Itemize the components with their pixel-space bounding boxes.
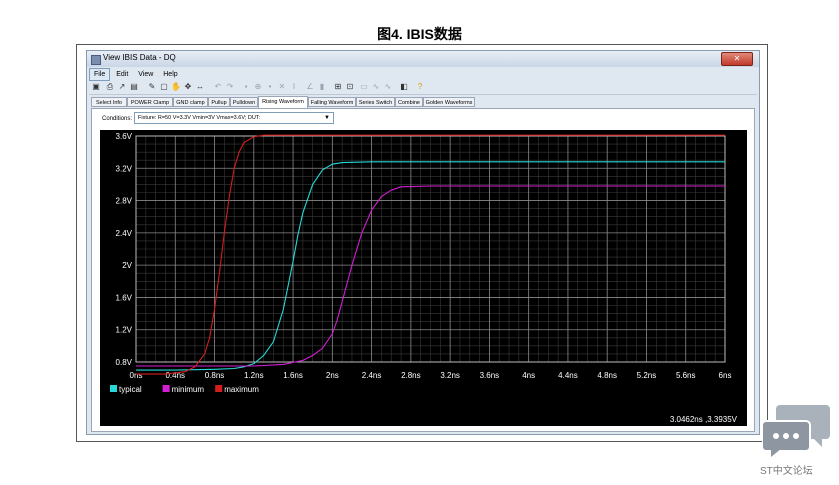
close-button[interactable]: ✕ xyxy=(721,52,753,66)
title-bar[interactable]: View IBIS Data - DQ ✕ xyxy=(87,51,759,67)
cursor-icon[interactable]: I xyxy=(289,82,299,92)
app-icon xyxy=(91,55,101,65)
legend-swatch-minimum xyxy=(162,385,170,392)
tab-series-switch[interactable]: Series Switch xyxy=(356,97,395,107)
tab-falling-waveform[interactable]: Falling Waveform xyxy=(308,97,356,107)
legend-swatch-typical xyxy=(110,385,117,392)
waveform-plot[interactable]: 0ns 0.4ns 0.8ns 1.2ns 1.6ns 2ns 2.4ns 2.8ns 3.2n… xyxy=(100,130,747,426)
x-tick-label: 2ns xyxy=(326,371,339,380)
point-icon[interactable]: • xyxy=(265,82,275,92)
tab-panel: Conditions: Fixture: R=50 V=3.3V Vmin=3V… xyxy=(91,108,755,432)
x-tick-label: 1.6ns xyxy=(283,371,303,380)
x-tick-label: 4.4ns xyxy=(558,371,578,380)
x-tick-label: 2.4ns xyxy=(362,371,382,380)
grid-icon[interactable]: ⊞ xyxy=(333,82,343,92)
menu-view[interactable]: View xyxy=(134,69,157,80)
pen-icon[interactable]: ✎ xyxy=(147,82,157,92)
undo-icon[interactable]: ↶ xyxy=(213,82,223,92)
save-icon[interactable]: ▣ xyxy=(91,82,101,92)
tab-pulldown[interactable]: Pulldown xyxy=(230,97,258,107)
forum-chat-icon xyxy=(762,405,830,459)
clipboard-icon[interactable]: ▤ xyxy=(129,82,139,92)
chevron-down-icon[interactable]: ▼ xyxy=(324,113,330,123)
menu-file[interactable]: File xyxy=(89,68,111,81)
help-icon[interactable]: ? xyxy=(415,82,425,92)
x-tick-label: 5.2ns xyxy=(637,371,657,380)
bar-icon[interactable]: ▮ xyxy=(317,82,327,92)
x-tick-label: 0ns xyxy=(130,371,143,380)
tab-combine[interactable]: Combine xyxy=(395,97,423,107)
legend-label-typical: typical xyxy=(119,385,142,394)
arrow-icon[interactable]: ↗ xyxy=(117,82,127,92)
fit-icon[interactable]: ↔ xyxy=(195,82,205,92)
tab-rising-waveform[interactable]: Rising Waveform xyxy=(258,96,308,108)
tab-pullup[interactable]: Pullup xyxy=(208,97,230,107)
print-icon[interactable]: ⎙ xyxy=(105,82,115,92)
conditions-value: Fixture: R=50 V=3.3V Vmin=3V Vmax=3.6V; … xyxy=(138,115,261,121)
x-tick-label: 6ns xyxy=(719,371,732,380)
x-tick-label: 4ns xyxy=(522,371,535,380)
marker-icon[interactable]: ▪ xyxy=(241,82,251,92)
y-tick-label: 2.8V xyxy=(116,197,133,206)
legend-label-minimum: minimum xyxy=(172,385,205,394)
conditions-label: Conditions: xyxy=(102,116,133,122)
toolbar: ▣ ⎙ ↗ ▤ ✎ ▢ ✋ ✥ ↔ ↶ ↷ ▪ ⊕ • ✕ I ∠ ▮ ⊞ ⊡ … xyxy=(89,81,757,95)
legend-swatch-maximum xyxy=(215,385,223,392)
menu-edit[interactable]: Edit xyxy=(112,69,132,80)
x-tick-label: 1.2ns xyxy=(244,371,264,380)
cross-icon[interactable]: ✕ xyxy=(277,82,287,92)
angle-icon[interactable]: ∠ xyxy=(305,82,315,92)
menu-bar: File Edit View Help xyxy=(89,68,757,81)
target-icon[interactable]: ⊕ xyxy=(253,82,263,92)
move-icon[interactable]: ✥ xyxy=(183,82,193,92)
redo-icon[interactable]: ↷ xyxy=(225,82,235,92)
conditions-select[interactable]: Fixture: R=50 V=3.3V Vmin=3V Vmax=3.6V; … xyxy=(134,112,334,124)
x-tick-label: 3.2ns xyxy=(440,371,460,380)
tab-select-info[interactable]: Select Info xyxy=(91,97,127,107)
cursor-readout: 3.0462ns ,3.3935V xyxy=(669,415,737,424)
select-icon[interactable]: ▢ xyxy=(159,82,169,92)
y-tick-label: 2.4V xyxy=(116,229,133,238)
x-tick-label: 2.8ns xyxy=(401,371,421,380)
y-tick-label: 0.8V xyxy=(116,358,133,367)
chart-icon[interactable]: ▭ xyxy=(359,82,369,92)
x-tick-label: 5.6ns xyxy=(676,371,696,380)
y-tick-label: 3.2V xyxy=(116,164,133,173)
window-title: View IBIS Data - DQ xyxy=(103,53,176,62)
x-tick-label: 4.8ns xyxy=(597,371,617,380)
menu-help[interactable]: Help xyxy=(159,69,181,80)
y-tick-label: 1.2V xyxy=(116,326,133,335)
curve-icon[interactable]: ∿ xyxy=(371,82,381,92)
legend-label-maximum: maximum xyxy=(224,385,259,394)
y-tick-label: 1.6V xyxy=(116,293,133,302)
zoom-icon[interactable]: ⊡ xyxy=(345,82,355,92)
curve2-icon[interactable]: ∿ xyxy=(383,82,393,92)
tab-power-clamp[interactable]: POWER Clamp xyxy=(127,97,173,107)
app-window: View IBIS Data - DQ ✕ File Edit View Hel… xyxy=(86,50,760,435)
waveform-chart-svg[interactable]: 0ns 0.4ns 0.8ns 1.2ns 1.6ns 2ns 2.4ns 2.8ns 3.2n… xyxy=(100,130,747,426)
y-tick-label: 2V xyxy=(122,261,132,270)
y-tick-label: 3.6V xyxy=(116,132,133,141)
export-icon[interactable]: ◧ xyxy=(399,82,409,92)
x-tick-label: 3.6ns xyxy=(480,371,500,380)
watermark-text: ST中文论坛 xyxy=(760,466,813,477)
tab-golden-waveforms[interactable]: Golden Waveforms xyxy=(423,97,475,107)
figure-title: 图4. IBIS数据 xyxy=(377,26,462,42)
hand-icon[interactable]: ✋ xyxy=(171,82,181,92)
tab-gnd-clamp[interactable]: GND clamp xyxy=(173,97,208,107)
tab-strip: Select Info POWER Clamp GND clamp Pullup… xyxy=(91,96,757,108)
x-tick-label: 0.8ns xyxy=(205,371,225,380)
